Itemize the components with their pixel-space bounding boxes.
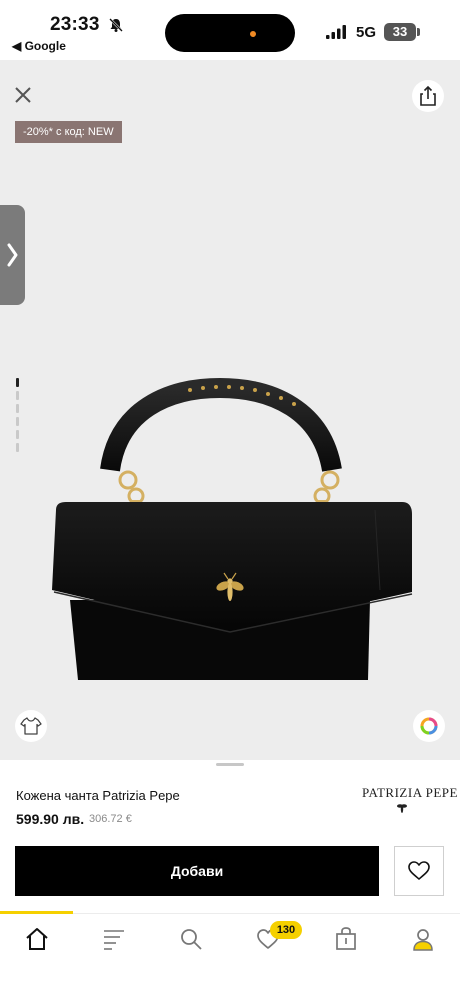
product-title: Кожена чанта Patrizia Pepe (16, 788, 180, 803)
color-picker-button[interactable] (413, 710, 445, 742)
pager-dot[interactable] (16, 378, 19, 387)
back-to-google-link[interactable]: ◀ Google (12, 39, 66, 53)
heart-icon (408, 861, 430, 880)
pager-dot[interactable] (16, 443, 19, 452)
chevron-right-icon (7, 243, 18, 267)
network-type: 5G (356, 24, 377, 41)
nav-active-indicator (0, 911, 73, 914)
product-image (52, 377, 413, 680)
add-to-cart-button[interactable]: Добави (15, 846, 379, 896)
brand-fly-icon (397, 804, 407, 813)
wishlist-button[interactable] (394, 846, 444, 896)
bag-icon[interactable] (333, 926, 359, 952)
pager-dot[interactable] (16, 391, 19, 400)
share-icon (420, 85, 436, 106)
product-price: 599.90 лв. (16, 811, 85, 827)
tshirt-icon (20, 717, 42, 735)
wishlist-count-badge: 130 (270, 921, 302, 939)
battery-tip (417, 28, 420, 36)
pager-dot[interactable] (16, 404, 19, 413)
size-guide-button[interactable] (15, 710, 47, 742)
product-price-eur: 306.72 € (89, 813, 132, 825)
privacy-indicator-dot (250, 31, 256, 37)
search-icon[interactable] (178, 926, 204, 952)
home-icon[interactable] (24, 926, 50, 952)
silent-bell-icon (109, 18, 123, 32)
signal-icon (326, 25, 346, 39)
sheet-drag-handle[interactable] (216, 763, 244, 766)
color-wheel-icon (420, 717, 438, 735)
battery-level: 33 (384, 23, 416, 41)
promo-badge: -20%* с код: NEW (15, 121, 122, 143)
close-icon[interactable] (10, 82, 36, 108)
brand-logo[interactable]: PATRIZIA PEPE (362, 785, 458, 801)
share-button[interactable] (412, 80, 444, 112)
pager-dot[interactable] (16, 417, 19, 426)
pager-dot[interactable] (16, 430, 19, 439)
status-time: 23:33 (50, 14, 100, 35)
side-drawer-tab[interactable] (0, 205, 25, 305)
catalog-icon[interactable] (101, 926, 127, 952)
dynamic-island (165, 14, 295, 52)
image-pager[interactable] (16, 378, 20, 454)
account-icon[interactable] (410, 926, 436, 952)
